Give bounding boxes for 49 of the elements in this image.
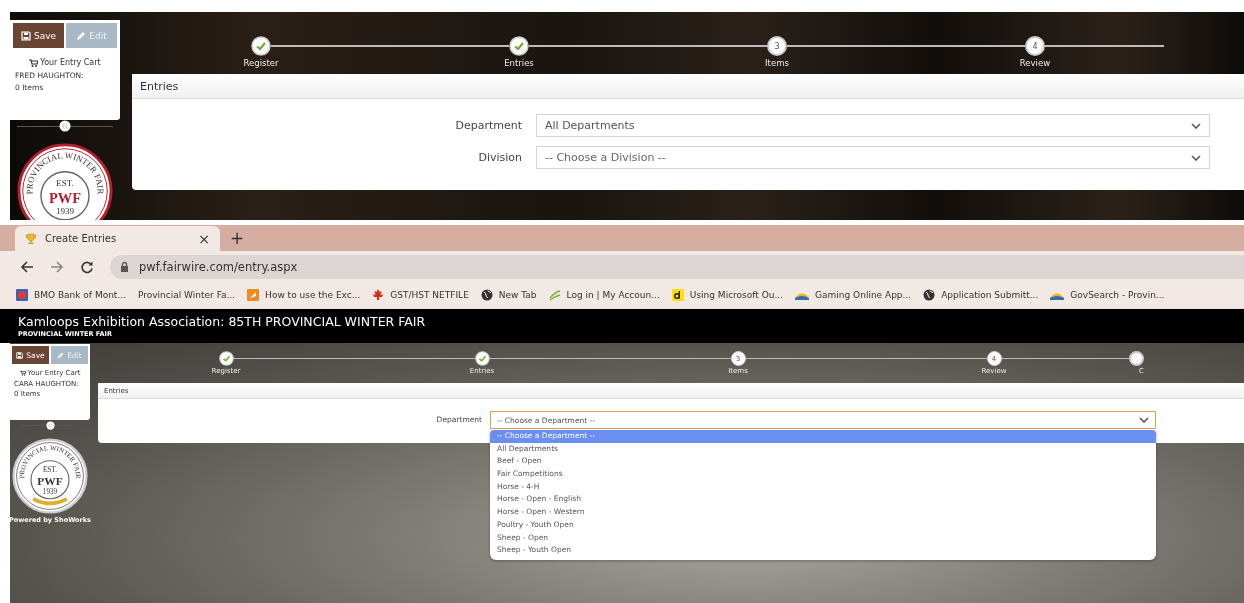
collapse-handle-icon[interactable] — [59, 120, 71, 133]
bank-icon — [16, 289, 28, 301]
maple-leaf-icon — [372, 289, 385, 301]
flag-icon — [247, 289, 260, 301]
cart-icon — [29, 58, 39, 67]
bookmark-item[interactable]: Using Microsoft Ou... — [671, 289, 784, 301]
collapse-handle-icon[interactable] — [45, 420, 55, 430]
field-label: Division — [477, 150, 523, 166]
cart-icon — [19, 370, 26, 376]
step-number: 4 — [1025, 36, 1045, 56]
bookmark-item[interactable]: New Tab — [480, 289, 537, 301]
step-number: 3 — [767, 36, 787, 56]
field-label: Department — [454, 118, 523, 134]
lock-icon — [120, 261, 129, 272]
chevron-down-icon — [1139, 417, 1149, 423]
browser-tab[interactable]: Create Entries × — [15, 226, 220, 251]
save-button[interactable]: Save — [13, 23, 64, 48]
trophy-icon — [25, 232, 37, 245]
globe-icon — [923, 289, 936, 301]
step-label: Entries — [504, 58, 534, 68]
swoosh-icon — [548, 289, 561, 301]
site-title: Kamloops Exhibition Association: 85TH PROVINCIAL WINTER FAIR — [18, 314, 427, 330]
panel-title: Entries — [132, 74, 1244, 99]
bookmark-item[interactable]: GST/HST NETFILE — [372, 289, 469, 301]
bookmark-item[interactable]: GovSearch - Provin... — [1050, 289, 1165, 301]
dropdown-field[interactable]: -- Choose a Division -- — [536, 146, 1210, 169]
cart-title: Your Entry Cart — [40, 58, 101, 67]
new-tab-button[interactable]: + — [230, 228, 245, 248]
close-tab-button[interactable]: × — [198, 230, 210, 247]
dropdown-field[interactable]: All Departments — [536, 114, 1210, 137]
bookmark-item[interactable]: Application Submitt... — [923, 289, 1039, 301]
step-label: Items — [765, 58, 789, 68]
chevron-down-icon — [1191, 122, 1201, 129]
step-label: Review — [1019, 58, 1051, 68]
bookmark-item[interactable]: How to use the Exc... — [247, 289, 361, 301]
bookmark-item[interactable]: BMO Bank of Mont... — [16, 289, 126, 301]
step-label: Register — [243, 58, 279, 68]
chevron-down-icon — [1191, 154, 1201, 161]
pencil-icon — [76, 30, 87, 41]
pencil-icon — [57, 351, 65, 359]
address-field[interactable]: pwf.fairwire.com/entry.aspx — [110, 254, 1244, 279]
bookmark-item[interactable]: Provincial Winter Fa... — [138, 290, 236, 300]
reload-icon[interactable] — [80, 259, 94, 274]
bookmark-item[interactable]: Gaming Online App... — [795, 289, 912, 301]
globe-icon — [480, 289, 493, 301]
bookmark-item[interactable]: Log in | My Accoun... — [548, 289, 660, 301]
letter-d-icon — [671, 289, 684, 301]
back-icon[interactable] — [20, 259, 34, 274]
forward-icon[interactable] — [50, 259, 64, 274]
